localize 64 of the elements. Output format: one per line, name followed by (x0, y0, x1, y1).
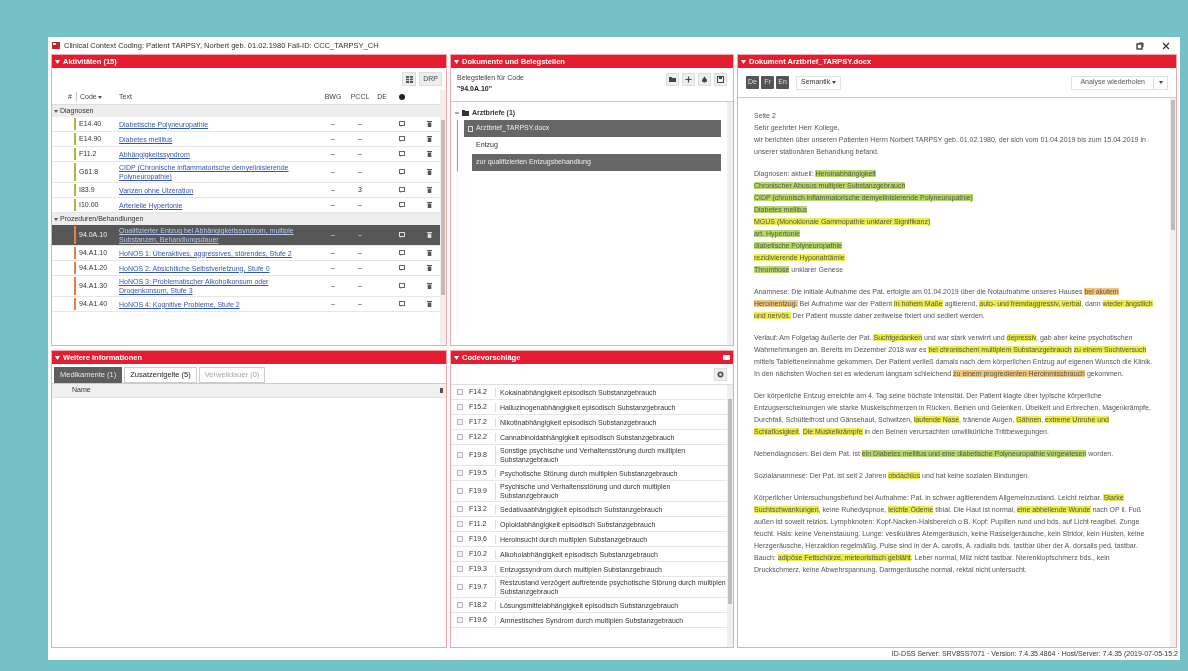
checkbox[interactable] (457, 536, 463, 542)
checkbox[interactable] (457, 521, 463, 527)
comment-icon[interactable] (399, 151, 405, 157)
collapse-caret-icon[interactable] (454, 59, 459, 64)
folder-button[interactable] (666, 73, 679, 86)
folder-icon (669, 76, 676, 83)
trash-icon[interactable] (427, 151, 432, 157)
app-icon (52, 42, 60, 49)
checkbox[interactable] (457, 566, 463, 572)
folder-icon (462, 110, 469, 116)
document-icon (468, 125, 473, 132)
comment-icon[interactable] (399, 250, 405, 256)
collapse-caret-icon[interactable] (741, 59, 746, 64)
checkbox[interactable] (457, 434, 463, 440)
trash-icon[interactable] (427, 121, 432, 127)
checkbox[interactable] (457, 389, 463, 395)
comment-icon[interactable] (399, 169, 405, 175)
comment-icon[interactable] (399, 202, 405, 208)
checkbox[interactable] (457, 617, 463, 623)
settings-icon (717, 370, 724, 378)
caret-icon (1158, 81, 1163, 84)
save-icon (717, 76, 724, 83)
caret-icon (832, 81, 837, 84)
collapse-caret-icon[interactable] (454, 355, 459, 360)
checkbox[interactable] (457, 506, 463, 512)
drop-icon (701, 76, 708, 83)
trash-icon[interactable] (427, 301, 432, 307)
grid-view-button[interactable] (402, 72, 417, 86)
trash-icon[interactable] (427, 202, 432, 208)
checkbox[interactable] (457, 584, 463, 590)
comment-icon (399, 94, 405, 100)
drop-button[interactable] (698, 73, 711, 86)
grid-icon (405, 75, 413, 83)
checkbox[interactable] (457, 488, 463, 494)
collapse-caret-icon[interactable] (55, 355, 60, 360)
checkbox[interactable] (457, 419, 463, 425)
trash-icon[interactable] (427, 169, 432, 175)
plus-button[interactable] (682, 73, 695, 86)
collapse-caret-icon[interactable] (55, 59, 60, 64)
comment-icon[interactable] (399, 301, 405, 307)
comment-icon[interactable] (399, 265, 405, 271)
plus-icon (685, 76, 692, 83)
trash-icon[interactable] (427, 283, 432, 289)
checkbox[interactable] (457, 551, 463, 557)
trash-icon[interactable] (427, 187, 432, 193)
checkbox[interactable] (457, 404, 463, 410)
checkbox[interactable] (457, 452, 463, 458)
comment-icon[interactable] (399, 283, 405, 289)
expanded-caret-icon[interactable] (54, 217, 58, 221)
expanded-caret-icon[interactable] (54, 109, 58, 113)
checkbox[interactable] (457, 470, 463, 476)
settings-button[interactable] (714, 367, 727, 381)
trash-icon[interactable] (427, 250, 432, 256)
trash-icon[interactable] (427, 136, 432, 142)
comment-icon[interactable] (399, 187, 405, 193)
trash-icon[interactable] (427, 265, 432, 271)
comment-icon[interactable] (399, 136, 405, 142)
sort-caret-icon[interactable] (97, 95, 102, 99)
save-button[interactable] (714, 73, 727, 86)
checkbox[interactable] (457, 602, 463, 608)
trash-icon[interactable] (427, 232, 432, 238)
restore-icon[interactable] (1136, 41, 1144, 50)
comment-icon[interactable] (399, 121, 405, 127)
close-icon[interactable] (1162, 41, 1170, 50)
